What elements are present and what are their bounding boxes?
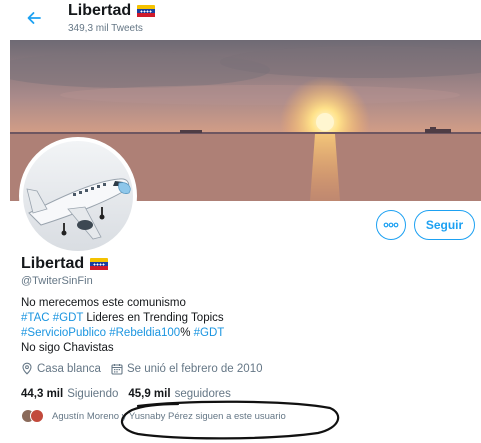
follow-stats: 44,3 mil Siguiendo 45,9 mil seguidores: [21, 388, 241, 400]
more-options-button[interactable]: [376, 210, 406, 240]
calendar-icon: [111, 363, 123, 375]
hashtag-link[interactable]: #GDT: [194, 327, 225, 339]
hashtag-link[interactable]: #TAC: [21, 312, 50, 324]
avatar: [30, 409, 44, 423]
bio-line-1: No merecemos este comunismo: [21, 297, 186, 309]
back-button[interactable]: [22, 6, 46, 30]
joined-text: Se unió el febrero de 2010: [126, 362, 263, 375]
known-followers-avatars: [21, 409, 44, 423]
followers-count: 45,9 mil: [128, 388, 171, 400]
top-bar: Libertad 349,3 mil Tweets: [0, 0, 481, 40]
hashtag-link[interactable]: #ServicioPublico: [21, 327, 106, 339]
profile-name-row: Libertad: [21, 255, 109, 273]
profile-name: Libertad: [21, 255, 85, 272]
venezuela-flag-icon: [137, 4, 156, 18]
profile-meta: Casa blanca Se unió el febrero de 2010: [21, 362, 272, 375]
hashtag-link[interactable]: #Rebeldia100: [109, 327, 180, 339]
known-followers-link[interactable]: Agustín Moreno y Yusnaby Pérez siguen a …: [21, 409, 286, 423]
location-pin-icon: [22, 362, 32, 375]
bio-text: %: [180, 327, 191, 339]
location-text: Casa blanca: [37, 362, 101, 375]
tweet-count: 349,3 mil Tweets: [68, 23, 143, 34]
joined-item: Se unió el febrero de 2010: [111, 362, 263, 375]
profile-bio: No merecemos este comunismo #TAC #GDT Li…: [21, 296, 461, 356]
follow-button[interactable]: Seguir: [414, 210, 475, 240]
following-label: Siguiendo: [67, 388, 119, 400]
following-count: 44,3 mil: [21, 388, 64, 400]
more-options-icon: [383, 222, 399, 228]
followers-label: seguidores: [174, 388, 231, 400]
bio-line-4: No sigo Chavistas: [21, 342, 114, 354]
bio-line-3: #ServicioPublico #Rebeldia100% #GDT: [21, 326, 461, 341]
profile-page: Libertad 349,3 mil Tweets Seguir Liberta…: [0, 0, 481, 443]
following-link[interactable]: 44,3 mil Siguiendo: [21, 388, 118, 400]
header-title-row: Libertad: [68, 2, 156, 20]
followers-link[interactable]: 45,9 mil seguidores: [128, 388, 230, 400]
bio-line-2: #TAC #GDT Lideres en Trending Topics: [21, 311, 461, 326]
profile-avatar[interactable]: [19, 137, 137, 255]
location-item: Casa blanca: [21, 362, 101, 375]
bio-text: Lideres en Trending Topics: [83, 312, 224, 324]
known-followers-text: Agustín Moreno y Yusnaby Pérez siguen a …: [52, 410, 286, 422]
airplane-avatar-image: [23, 141, 133, 251]
hashtag-link[interactable]: #GDT: [53, 312, 83, 324]
profile-handle: @TwiterSinFin: [21, 275, 93, 287]
venezuela-flag-icon: [90, 257, 109, 271]
header-title: Libertad: [68, 2, 132, 19]
arrow-left-icon: [27, 12, 41, 24]
